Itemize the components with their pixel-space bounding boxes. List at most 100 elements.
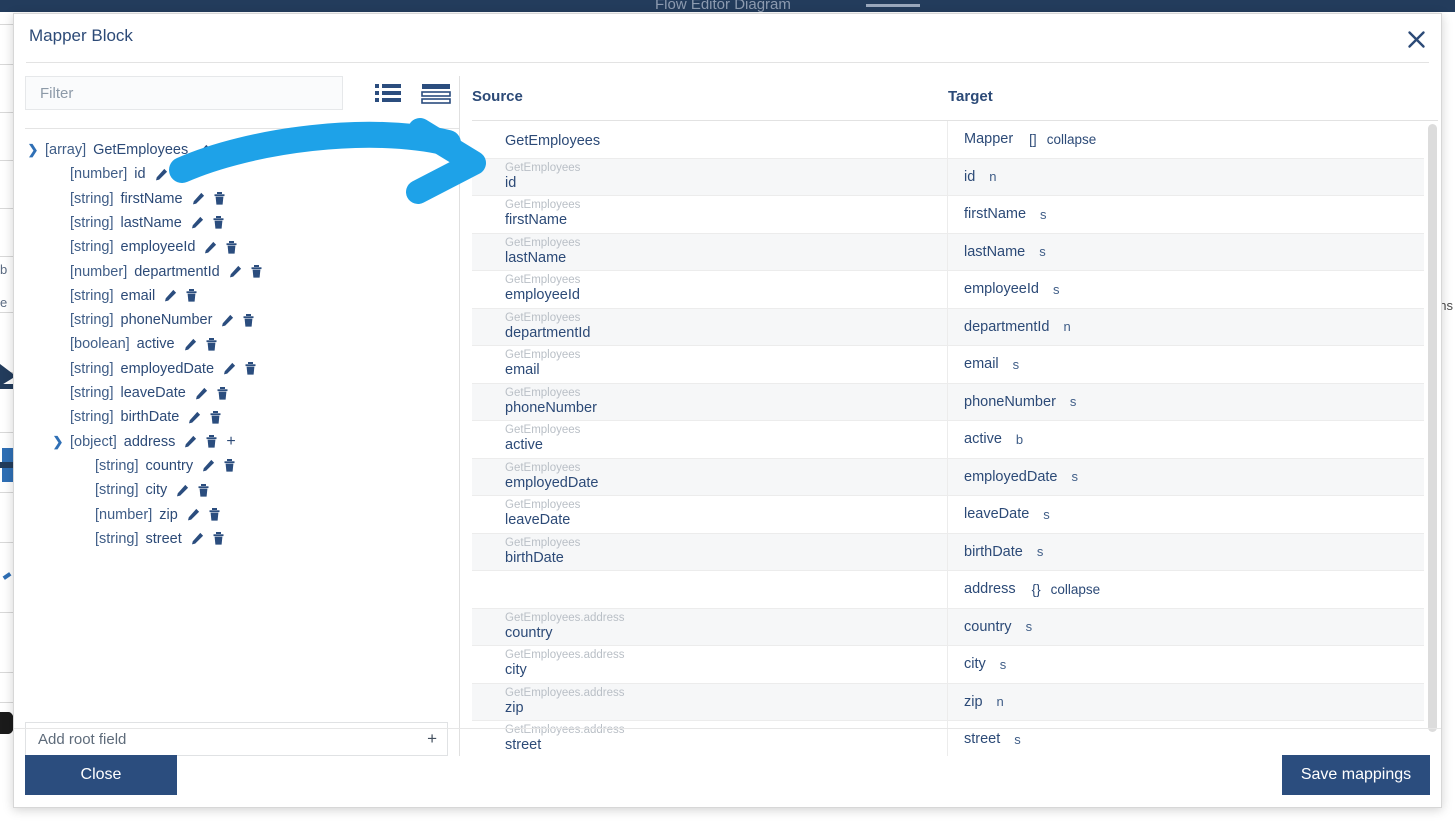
close-button[interactable]: Close [25, 755, 177, 795]
mapping-row[interactable]: GetEmployees phoneNumber phoneNumber s [472, 383, 1424, 421]
mapping-target-cell[interactable]: lastName s [948, 234, 1424, 271]
mapping-target-cell[interactable]: email s [948, 346, 1424, 383]
delete-trash-icon[interactable] [213, 216, 224, 229]
delete-trash-icon[interactable] [226, 240, 237, 254]
mapping-row[interactable]: GetEmployees leaveDate leaveDate s [472, 496, 1424, 534]
mapping-row[interactable]: GetEmployees.address zip zip n [472, 683, 1424, 721]
delete-trash-icon[interactable] [206, 435, 217, 448]
edit-pencil-icon[interactable] [187, 508, 200, 521]
mapping-row[interactable]: GetEmployees.address country country s [472, 608, 1424, 646]
edit-pencil-icon[interactable] [221, 314, 234, 327]
delete-trash-icon[interactable] [251, 265, 262, 278]
tree-item-GetEmployees[interactable]: ❯ [array] GetEmployees [25, 138, 219, 162]
edit-pencil-icon[interactable] [204, 241, 217, 254]
mapping-target-cell[interactable]: street s [948, 721, 1424, 756]
edit-pencil-icon[interactable] [184, 338, 197, 351]
mapping-row[interactable]: address {} collapse [472, 571, 1424, 609]
mapping-target-cell[interactable]: birthDate s [948, 534, 1424, 571]
mapping-source-cell[interactable]: GetEmployees employedDate [472, 458, 948, 495]
tree-item-leaveDate[interactable]: ❯[string]leaveDate [50, 381, 237, 405]
tree-item-employedDate[interactable]: ❯[string]employedDate [50, 357, 265, 381]
mapping-source-cell[interactable]: GetEmployees birthDate [472, 533, 948, 570]
mapping-target-cell[interactable]: active b [948, 421, 1424, 458]
delete-trash-icon[interactable] [209, 508, 220, 521]
edit-pencil-icon[interactable] [195, 387, 208, 400]
target-collapse-button[interactable]: collapse [1051, 582, 1101, 597]
tree-item-phoneNumber[interactable]: ❯[string]phoneNumber [50, 308, 263, 332]
tree-item-employeeId[interactable]: ❯[string]employeeId [50, 235, 246, 259]
mapping-source-cell[interactable]: GetEmployees phoneNumber [472, 383, 948, 420]
mapping-source-cell[interactable]: GetEmployees id [472, 158, 948, 195]
chevron-right-icon[interactable]: ❯ [25, 142, 41, 158]
mapping-source-cell[interactable]: GetEmployees.address country [472, 608, 948, 645]
delete-trash-icon[interactable] [217, 386, 228, 400]
mapping-source-cell[interactable]: GetEmployees employeeId [472, 271, 948, 308]
mapping-target-cell[interactable]: country s [948, 609, 1424, 646]
save-mappings-button[interactable]: Save mappings [1282, 755, 1430, 795]
tree-item-firstName[interactable]: ❯[string]firstName [50, 187, 234, 211]
mapping-row[interactable]: GetEmployees id id n [472, 158, 1424, 196]
tree-item-zip[interactable]: ❯[number]zip [75, 503, 229, 527]
tree-item-city[interactable]: ❯[string]city [75, 478, 218, 502]
add-root-field-plus-button[interactable]: + [427, 729, 437, 749]
edit-pencil-icon[interactable] [191, 216, 204, 229]
mapping-source-cell[interactable]: GetEmployees leaveDate [472, 496, 948, 533]
mapping-source-cell[interactable]: GetEmployees email [472, 346, 948, 383]
mapping-target-cell[interactable]: employedDate s [948, 459, 1424, 496]
mapping-target-cell[interactable]: address {} collapse [948, 571, 1424, 608]
delete-trash-icon[interactable] [245, 362, 256, 375]
edit-pencil-icon[interactable] [188, 411, 201, 424]
mapping-source-cell[interactable] [472, 571, 948, 608]
mapping-target-cell[interactable]: employeeId s [948, 271, 1424, 308]
mapping-table-scroll-area[interactable]: GetEmployees Mapper[] collapse GetEmployees… [472, 120, 1438, 756]
mapping-row[interactable]: GetEmployees employeeId employeeId s [472, 271, 1424, 309]
mapping-table-scrollbar-thumb[interactable] [1428, 124, 1437, 732]
list-view-icon[interactable] [373, 80, 403, 106]
tree-item-active[interactable]: ❯[boolean]active [50, 332, 226, 356]
mapping-target-cell[interactable]: leaveDate s [948, 496, 1424, 533]
edit-pencil-icon[interactable] [223, 362, 236, 375]
edit-pencil-icon[interactable] [176, 484, 189, 497]
mapping-row[interactable]: GetEmployees.address city city s [472, 646, 1424, 684]
mapping-row[interactable]: GetEmployees departmentId departmentId n [472, 308, 1424, 346]
tree-item-address[interactable]: ❯ [object] address + [50, 430, 236, 454]
edit-pencil-icon[interactable] [191, 532, 204, 545]
delete-trash-icon[interactable] [224, 459, 235, 472]
mapping-source-cell[interactable]: GetEmployees.address zip [472, 683, 948, 720]
delete-trash-icon[interactable] [214, 192, 225, 205]
close-icon[interactable] [1399, 22, 1433, 56]
mapping-row[interactable]: GetEmployees Mapper [] collapse [472, 121, 1424, 159]
mapping-target-cell[interactable]: Mapper [] collapse [948, 121, 1424, 158]
edit-pencil-icon[interactable] [164, 289, 177, 302]
mapping-target-cell[interactable]: departmentId n [948, 309, 1424, 346]
mapping-source-cell[interactable]: GetEmployees.address street [472, 721, 948, 756]
edit-pencil-icon[interactable] [184, 435, 197, 448]
tree-item-street[interactable]: ❯[string]street [75, 527, 233, 551]
edit-pencil-icon[interactable] [202, 459, 215, 472]
tree-item-lastName[interactable]: ❯[string]lastName [50, 211, 233, 235]
delete-trash-icon[interactable] [243, 313, 254, 327]
delete-trash-icon[interactable] [198, 483, 209, 497]
tree-item-country[interactable]: ❯[string]country [75, 454, 244, 478]
edit-pencil-icon[interactable] [155, 168, 168, 181]
edit-pencil-icon[interactable] [197, 144, 210, 157]
delete-trash-icon[interactable] [213, 532, 224, 545]
mapping-target-cell[interactable]: firstName s [948, 196, 1424, 233]
mapping-target-cell[interactable]: id n [948, 159, 1424, 196]
mapping-row[interactable]: GetEmployees.address street street s [472, 721, 1424, 756]
edit-pencil-icon[interactable] [229, 265, 242, 278]
edit-pencil-icon[interactable] [192, 192, 205, 205]
mapping-source-cell[interactable]: GetEmployees active [472, 421, 948, 458]
tree-item-email[interactable]: ❯[string]email [50, 284, 206, 308]
delete-trash-icon[interactable] [210, 410, 221, 424]
mapping-row[interactable]: GetEmployees active active b [472, 421, 1424, 459]
mapping-target-cell[interactable]: phoneNumber s [948, 384, 1424, 421]
mapping-source-cell[interactable]: GetEmployees firstName [472, 196, 948, 233]
mapping-source-cell[interactable]: GetEmployees.address city [472, 646, 948, 683]
mapping-target-cell[interactable]: zip n [948, 684, 1424, 721]
delete-trash-icon[interactable] [206, 337, 217, 351]
mapping-source-cell[interactable]: GetEmployees lastName [472, 233, 948, 270]
mapping-row[interactable]: GetEmployees firstName firstName s [472, 196, 1424, 234]
tree-item-id[interactable]: ❯[number]id [50, 162, 197, 186]
delete-trash-icon[interactable] [177, 167, 188, 181]
